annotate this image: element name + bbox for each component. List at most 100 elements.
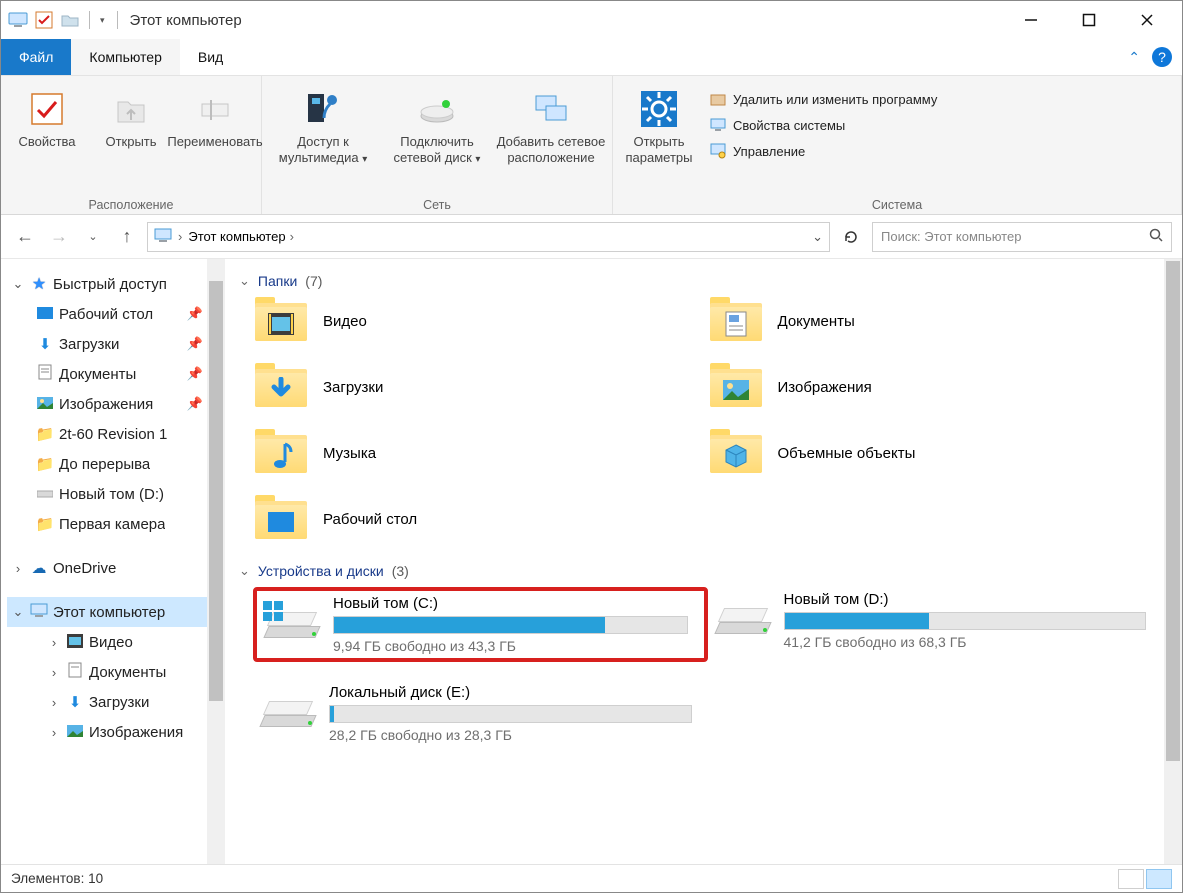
sidebar-item-label: Документы (59, 366, 136, 383)
pin-icon: 📌 (187, 306, 203, 322)
map-drive-button[interactable]: Подключить сетевой диск ▾ (382, 82, 492, 167)
content-scrollbar[interactable] (1164, 259, 1182, 864)
sidebar-item-downloads[interactable]: ⬇ Загрузки 📌 (7, 329, 207, 359)
pin-icon: 📌 (187, 336, 203, 352)
system-properties-button[interactable]: Свойства системы (703, 112, 943, 138)
history-dropdown-icon[interactable]: ⌄ (79, 223, 107, 251)
properties-button[interactable]: Свойства (7, 82, 87, 150)
computer-icon (7, 9, 29, 31)
qat-folder-icon[interactable] (59, 9, 81, 31)
breadcrumb[interactable]: Этот компьютер (188, 229, 285, 244)
collapse-ribbon-icon[interactable]: ⌃ (1128, 49, 1140, 66)
chevron-down-icon[interactable]: ⌄ (239, 563, 250, 579)
sidebar-scrollbar[interactable] (207, 259, 225, 864)
drive-name: Локальный диск (E:) (329, 684, 692, 701)
chevron-right-icon[interactable]: › (47, 665, 61, 680)
star-icon: ★ (29, 274, 49, 294)
drive-item[interactable]: Локальный диск (E:)28,2 ГБ свободно из 2… (253, 680, 708, 747)
sidebar-label: Быстрый доступ (53, 276, 167, 293)
sidebar-item-disk[interactable]: Новый том (D:) (7, 479, 207, 509)
drive-item[interactable]: Новый том (D:)41,2 ГБ свободно из 68,3 Г… (708, 587, 1163, 662)
sidebar-item-images[interactable]: › Изображения (7, 717, 207, 747)
folder-music[interactable]: Музыка (253, 429, 708, 477)
sidebar-onedrive[interactable]: › ☁ OneDrive (7, 553, 207, 583)
sidebar-item-downloads[interactable]: › ⬇ Загрузки (7, 687, 207, 717)
tab-view[interactable]: Вид (180, 39, 241, 75)
sidebar-item-label: Рабочий стол (59, 306, 153, 323)
maximize-button[interactable] (1060, 5, 1118, 35)
sidebar-item-folder[interactable]: 📁 Первая камера (7, 509, 207, 539)
tab-computer[interactable]: Компьютер (71, 39, 179, 75)
open-settings-button[interactable]: Открыть параметры (619, 82, 699, 167)
disk-icon (35, 486, 55, 502)
add-network-button[interactable]: Добавить сетевое расположение (496, 82, 606, 167)
chevron-right-icon[interactable]: › (47, 635, 61, 650)
add-network-label: Добавить сетевое расположение (496, 134, 606, 167)
chevron-right-icon[interactable]: › (178, 229, 182, 244)
tab-file[interactable]: Файл (1, 39, 71, 75)
chevron-right-icon[interactable]: › (290, 229, 294, 244)
manage-button[interactable]: Управление (703, 138, 943, 164)
sidebar-item-video[interactable]: › Видео (7, 627, 207, 657)
close-button[interactable] (1118, 5, 1176, 35)
tiles-view-button[interactable] (1146, 869, 1172, 889)
qat-properties-icon[interactable] (33, 9, 55, 31)
uninstall-button[interactable]: Удалить или изменить программу (703, 86, 943, 112)
computer-icon (29, 603, 49, 621)
details-view-button[interactable] (1118, 869, 1144, 889)
sidebar-this-pc[interactable]: ⌄ Этот компьютер (7, 597, 207, 627)
sidebar-item-images[interactable]: Изображения 📌 (7, 389, 207, 419)
chevron-right-icon[interactable]: › (11, 561, 25, 576)
folder-3d-objects[interactable]: Объемные объекты (708, 429, 1163, 477)
sidebar-item-documents[interactable]: Документы 📌 (7, 359, 207, 389)
media-access-button[interactable]: Доступ к мультимедиа ▾ (268, 82, 378, 167)
chevron-right-icon[interactable]: › (47, 725, 61, 740)
folder-video[interactable]: Видео (253, 297, 708, 345)
folder-documents[interactable]: Документы (708, 297, 1163, 345)
open-button[interactable]: Открыть (91, 82, 171, 150)
sidebar-item-label: Первая камера (59, 516, 165, 533)
computer-icon (154, 228, 172, 246)
sidebar-item-desktop[interactable]: Рабочий стол 📌 (7, 299, 207, 329)
sidebar-quick-access[interactable]: ⌄ ★ Быстрый доступ (7, 269, 207, 299)
content-pane: ⌄ Папки (7) Видео Документы Загрузки (225, 259, 1182, 864)
window-title: Этот компьютер (130, 12, 242, 29)
drive-usage-bar (784, 612, 1147, 630)
search-placeholder: Поиск: Этот компьютер (881, 229, 1021, 244)
sidebar: ⌄ ★ Быстрый доступ Рабочий стол 📌 ⬇ Загр… (1, 259, 225, 864)
group-header-drives[interactable]: ⌄ Устройства и диски (3) (233, 557, 1162, 587)
pin-icon: 📌 (187, 396, 203, 412)
sidebar-label: OneDrive (53, 560, 116, 577)
address-bar[interactable]: › Этот компьютер › ⌄ (147, 222, 830, 252)
sidebar-item-folder[interactable]: 📁 До перерыва (7, 449, 207, 479)
sidebar-item-documents[interactable]: › Документы (7, 657, 207, 687)
group-header-folders[interactable]: ⌄ Папки (7) (233, 267, 1162, 297)
back-button[interactable]: ← (11, 223, 39, 251)
drive-item[interactable]: Новый том (C:)9,94 ГБ свободно из 43,3 Г… (253, 587, 708, 662)
chevron-down-icon[interactable]: ⌄ (11, 604, 25, 620)
image-icon (65, 724, 85, 740)
status-bar: Элементов: 10 (1, 864, 1182, 892)
folder-label: Изображения (778, 379, 872, 396)
sidebar-item-folder[interactable]: 📁 2t-60 Revision 1 (7, 419, 207, 449)
chevron-right-icon[interactable]: › (47, 695, 61, 710)
chevron-down-icon[interactable]: ⌄ (239, 273, 250, 289)
minimize-button[interactable] (1002, 5, 1060, 35)
chevron-down-icon[interactable]: ⌄ (11, 276, 25, 292)
folder-images[interactable]: Изображения (708, 363, 1163, 411)
search-input[interactable]: Поиск: Этот компьютер (872, 222, 1172, 252)
folder-desktop[interactable]: Рабочий стол (253, 495, 708, 543)
help-icon[interactable]: ? (1152, 47, 1172, 67)
download-icon: ⬇ (65, 693, 85, 711)
qat-dropdown-icon[interactable]: ▾ (100, 15, 105, 26)
sidebar-item-label: Изображения (59, 396, 153, 413)
refresh-button[interactable] (836, 222, 866, 252)
address-dropdown-icon[interactable]: ⌄ (812, 229, 823, 245)
pin-icon: 📌 (187, 366, 203, 382)
forward-button[interactable]: → (45, 223, 73, 251)
rename-button[interactable]: Переименовать (175, 82, 255, 150)
group-system-label: Система (619, 196, 1175, 212)
folder-downloads[interactable]: Загрузки (253, 363, 708, 411)
document-icon (65, 662, 85, 682)
up-button[interactable]: ↑ (113, 223, 141, 251)
